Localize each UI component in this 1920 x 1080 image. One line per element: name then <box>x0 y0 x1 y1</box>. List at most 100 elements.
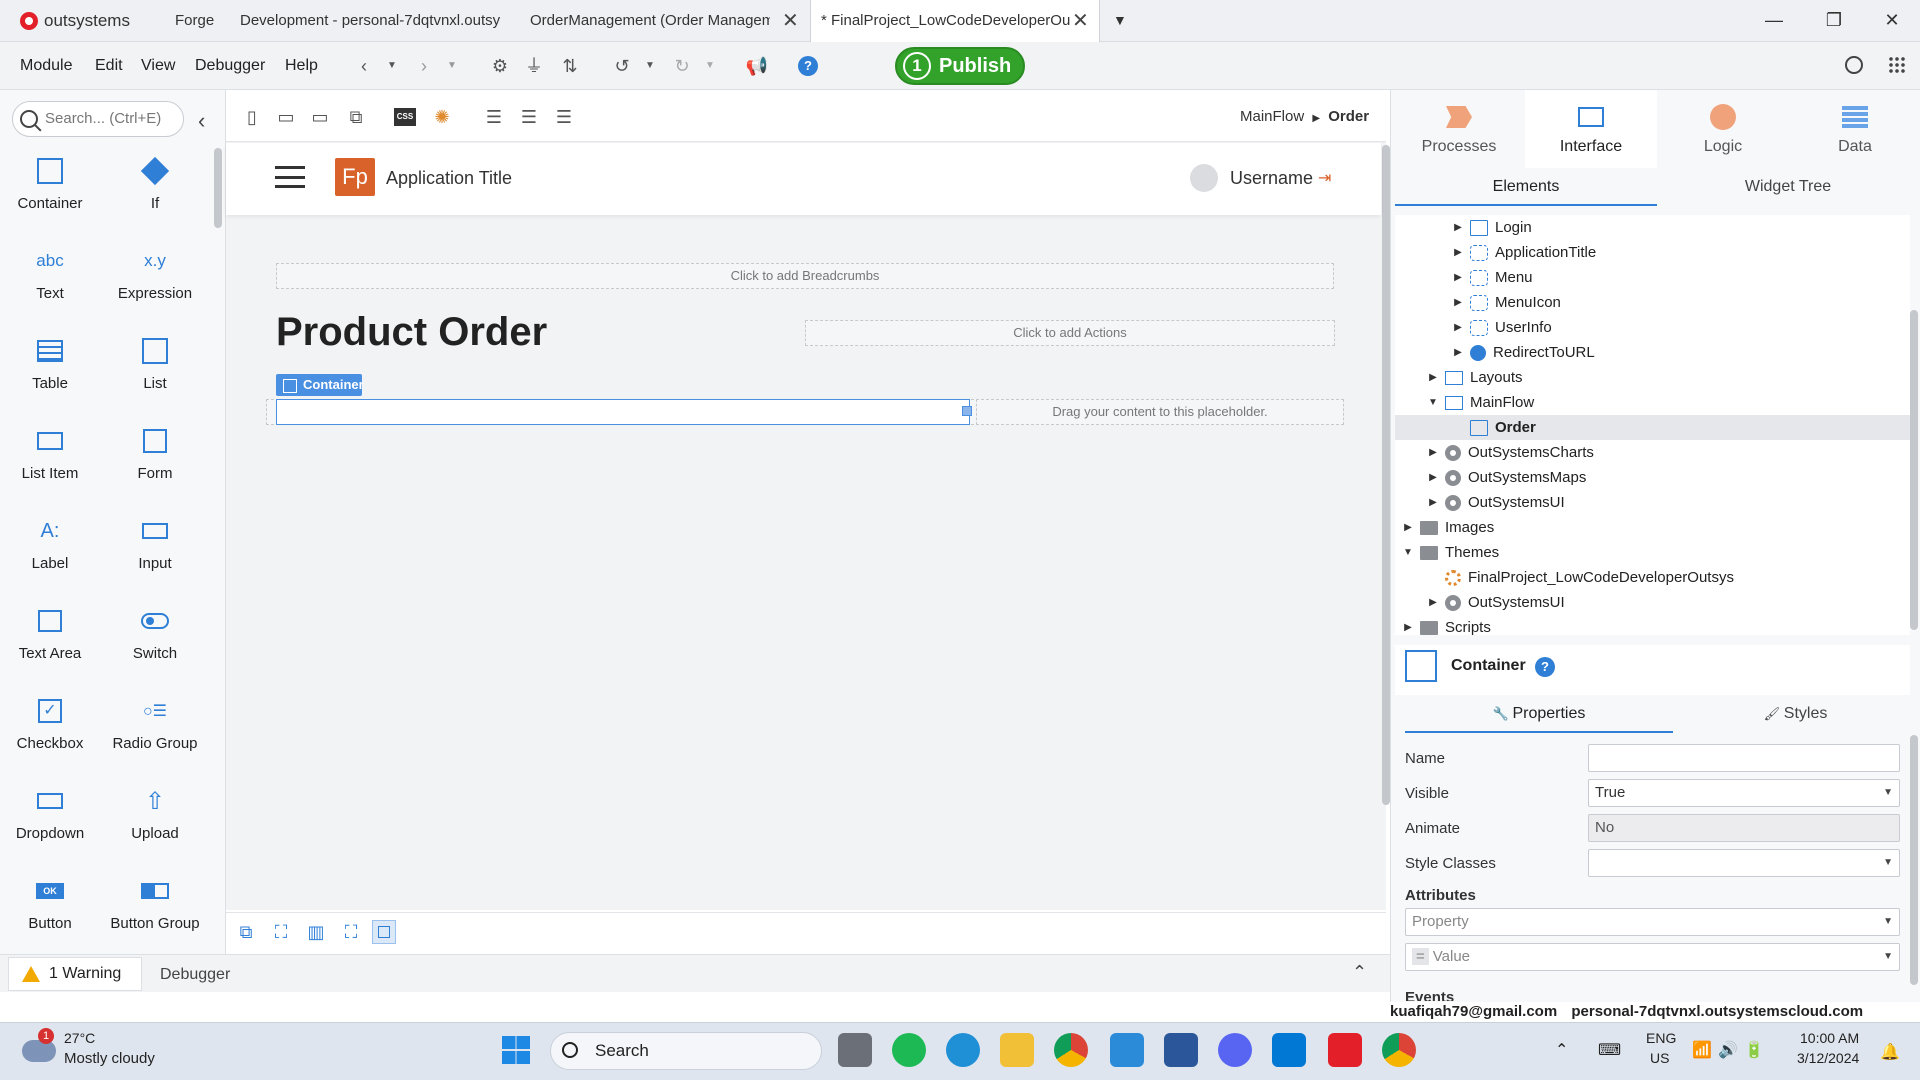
collapsed-arrow-icon[interactable]: ▶ <box>1403 515 1413 540</box>
logout-icon[interactable]: ⇥ <box>1318 168 1331 188</box>
merge-icon[interactable]: ⇅ <box>558 54 582 78</box>
tree-scrollbar[interactable] <box>1910 310 1918 630</box>
announcement-icon[interactable]: 📢 <box>745 54 769 78</box>
menu-edit[interactable]: Edit <box>95 57 123 75</box>
tree-item[interactable]: ▶ OutSystemsUI <box>1395 490 1910 515</box>
tool-switch[interactable]: Switch <box>105 605 205 662</box>
tool-text-area[interactable]: Text Area <box>0 605 100 662</box>
battery-icon[interactable]: 🔋 <box>1744 1040 1764 1060</box>
align-left-icon[interactable]: ☰ <box>482 105 506 129</box>
collapse-toolbox-icon[interactable]: ‹ <box>198 108 205 134</box>
apps-grid-icon[interactable] <box>1888 56 1906 74</box>
menu-debugger[interactable]: Debugger <box>195 57 265 75</box>
drop-placeholder[interactable]: Drag your content to this placeholder. <box>976 399 1344 425</box>
show-margins-icon[interactable]: ⛶ <box>339 920 363 944</box>
tool-text[interactable]: abc Text <box>0 245 100 302</box>
tab-styles[interactable]: 🖌 Styles <box>1673 697 1918 733</box>
vscode-icon[interactable] <box>1272 1033 1306 1067</box>
weather-cloud-icon[interactable] <box>22 1040 56 1062</box>
tree-item[interactable]: ▶ OutSystemsCharts <box>1395 440 1910 465</box>
tree-item[interactable]: ▶ OutSystemsMaps <box>1395 465 1910 490</box>
undo-history-icon[interactable]: ▼ <box>638 54 662 78</box>
tab-elements[interactable]: Elements <box>1395 170 1657 206</box>
tool-button[interactable]: OK Button <box>0 875 100 932</box>
tabs-dropdown-icon[interactable]: ▼ <box>1113 12 1127 28</box>
phone-preview-icon[interactable]: ▯ <box>240 105 264 129</box>
tree-item[interactable]: ▼ Themes <box>1395 540 1910 565</box>
show-placeholders-icon[interactable]: ⛶ <box>269 920 293 944</box>
tree-item[interactable]: Order <box>1395 415 1910 440</box>
app-title[interactable]: Application Title <box>386 168 512 189</box>
value-field[interactable]: = Value ▼ <box>1405 943 1900 971</box>
notifications-bell-icon[interactable]: 🔔 <box>1880 1042 1900 1062</box>
minimize-icon[interactable]: — <box>1746 0 1802 42</box>
username[interactable]: Username <box>1230 168 1313 189</box>
region-code[interactable]: US <box>1650 1050 1669 1066</box>
help-icon[interactable]: ? <box>1535 657 1555 677</box>
spotify-icon[interactable] <box>892 1033 926 1067</box>
show-blocks-icon[interactable]: ⧉ <box>234 920 258 944</box>
tab-ordermanagement[interactable]: OrderManagement (Order Managem <box>530 0 770 42</box>
back-icon[interactable]: ‹ <box>352 54 376 78</box>
restore-icon[interactable]: ❐ <box>1806 0 1862 42</box>
breadcrumbs-placeholder[interactable]: Click to add Breadcrumbs <box>276 263 1334 289</box>
taskbar-search[interactable]: Search <box>550 1032 822 1070</box>
breadcrumb-mainflow[interactable]: MainFlow <box>1240 108 1304 125</box>
weather-description[interactable]: Mostly cloudy <box>64 1050 155 1067</box>
tablet-preview-icon[interactable]: ▭ <box>274 105 298 129</box>
collapsed-arrow-icon[interactable]: ▶ <box>1428 365 1438 390</box>
close-window-icon[interactable]: ✕ <box>1864 0 1920 42</box>
chrome-icon[interactable] <box>1054 1033 1088 1067</box>
tab-finalproject[interactable]: * FinalProject_LowCodeDeveloperOu <box>810 0 1100 42</box>
expanded-arrow-icon[interactable]: ▼ <box>1403 540 1413 565</box>
tab-logic[interactable]: Logic <box>1657 90 1789 168</box>
tool-form[interactable]: Form <box>105 425 205 482</box>
selected-container[interactable] <box>276 399 970 425</box>
tree-item[interactable]: ▶ OutSystemsUI <box>1395 590 1910 615</box>
tab-processes[interactable]: Processes <box>1393 90 1525 168</box>
tab-forge[interactable]: Forge <box>175 0 235 42</box>
wifi-icon[interactable]: 📶 <box>1692 1040 1712 1060</box>
forward-icon[interactable]: › <box>412 54 436 78</box>
collapsed-arrow-icon[interactable]: ▶ <box>1428 490 1438 515</box>
tool-upload[interactable]: ⇧ Upload <box>105 785 205 843</box>
windows-start-icon[interactable] <box>502 1036 530 1064</box>
clock-time[interactable]: 10:00 AM <box>1800 1030 1859 1046</box>
page-title[interactable]: Product Order <box>276 310 547 355</box>
tool-table[interactable]: Table <box>0 335 100 392</box>
debugger-tab[interactable]: Debugger <box>160 966 230 984</box>
redo-icon[interactable]: ↻ <box>670 54 694 78</box>
menu-help[interactable]: Help <box>285 57 318 75</box>
volume-icon[interactable]: 🔊 <box>1718 1040 1738 1060</box>
tree-item[interactable]: ▶ RedirectToURL <box>1395 340 1910 365</box>
property-select[interactable]: Property ▼ <box>1405 908 1900 936</box>
show-containers-icon[interactable] <box>372 920 396 944</box>
forward-history-icon[interactable]: ▼ <box>440 54 464 78</box>
tree-item[interactable]: ▶ Scripts <box>1395 615 1910 635</box>
edge-icon[interactable] <box>946 1033 980 1067</box>
tab-close-icon[interactable]: ✕ <box>782 8 799 33</box>
tab-widget-tree[interactable]: Widget Tree <box>1657 170 1919 206</box>
discord-icon[interactable] <box>1218 1033 1252 1067</box>
theme-icon[interactable]: ✺ <box>430 105 454 129</box>
collapsed-arrow-icon[interactable]: ▶ <box>1403 615 1413 635</box>
menu-module[interactable]: Module <box>20 57 72 75</box>
clock-date[interactable]: 3/12/2024 <box>1797 1050 1859 1066</box>
collapsed-arrow-icon[interactable]: ▶ <box>1453 215 1463 240</box>
tab-interface[interactable]: Interface <box>1525 90 1657 168</box>
show-columns-icon[interactable]: ▥ <box>304 920 328 944</box>
collapsed-arrow-icon[interactable]: ▶ <box>1428 440 1438 465</box>
resize-handle[interactable] <box>962 406 972 416</box>
tool-expression[interactable]: x.y Expression <box>105 245 205 302</box>
tool-checkbox[interactable]: ✓ Checkbox <box>0 695 100 752</box>
plug-icon[interactable]: ⏚ <box>522 54 546 78</box>
canvas-scrollbar[interactable] <box>1382 145 1390 805</box>
outsystems-taskbar-icon[interactable] <box>1328 1033 1362 1067</box>
tool-label[interactable]: A: Label <box>0 515 100 573</box>
tab-development[interactable]: Development - personal-7dqtvnxl.outsy <box>240 0 500 42</box>
redo-history-icon[interactable]: ▼ <box>698 54 722 78</box>
tool-list[interactable]: List <box>105 335 205 392</box>
properties-scrollbar[interactable] <box>1910 735 1918 985</box>
language-code[interactable]: ENG <box>1646 1030 1676 1046</box>
tree-item[interactable]: ▶ MenuIcon <box>1395 290 1910 315</box>
